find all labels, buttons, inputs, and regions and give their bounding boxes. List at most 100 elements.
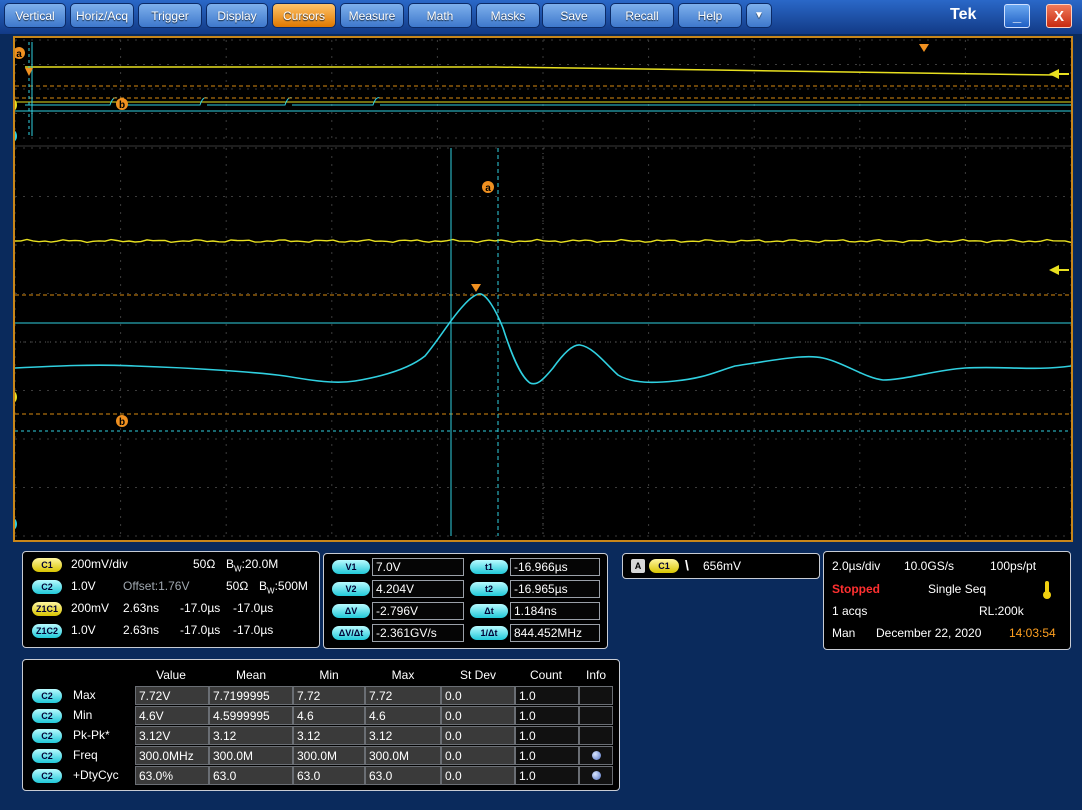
ch2-offset: Offset:1.76V: [123, 579, 190, 593]
v1-value: 7.0V: [372, 558, 464, 576]
trigger-readout-panel[interactable]: A C1 \ 656mV: [622, 553, 820, 579]
svg-text:a: a: [485, 183, 491, 194]
menu-masks-button[interactable]: Masks: [476, 3, 540, 28]
ch2-badge[interactable]: C2: [32, 580, 62, 594]
z1c1-position: -17.0µs: [180, 601, 221, 615]
col-header-info: Info: [585, 668, 606, 682]
cursor-a-label[interactable]: a: [482, 181, 494, 194]
info-icon[interactable]: [592, 751, 601, 760]
col-header-mean: Mean: [235, 668, 267, 682]
close-button[interactable]: X: [1046, 4, 1072, 28]
thermometer-icon: [1043, 581, 1051, 599]
zoom-trigger-marker[interactable]: [471, 284, 481, 292]
measurement-source-badge[interactable]: C2: [32, 769, 62, 783]
measurement-stdev-cell: 0.0: [441, 726, 515, 745]
measurement-source-badge[interactable]: C2: [32, 709, 62, 723]
cursor-a-label-top[interactable]: a: [15, 47, 25, 60]
overview-ch2-trace: [25, 97, 1071, 106]
z1c2-position: -17.0µs: [180, 623, 221, 637]
falling-edge-icon: \: [685, 557, 689, 573]
measurement-mean-cell: 4.5999995: [209, 706, 293, 725]
col-header-value: Value: [156, 668, 186, 682]
date: December 22, 2020: [876, 626, 982, 640]
trigger-mode-badge[interactable]: A: [631, 559, 645, 573]
measurement-info-cell[interactable]: [579, 686, 613, 705]
ch2-marker[interactable]: 2: [15, 516, 17, 532]
dv-dt-value: -2.361GV/s: [372, 624, 464, 642]
measurement-count-cell: 1.0: [515, 726, 579, 745]
t1-badge[interactable]: t1: [470, 560, 508, 574]
z1c1-scale: 200mV: [71, 601, 110, 615]
delta-t-badge[interactable]: Δt: [470, 604, 508, 618]
inv-delta-t-badge[interactable]: 1/Δt: [470, 626, 508, 640]
dv-dt-badge[interactable]: ΔV/Δt: [332, 626, 370, 640]
menu-math-button[interactable]: Math: [408, 3, 472, 28]
run-status[interactable]: Stopped: [832, 582, 880, 596]
ch2-bandwidth: BW:500M: [259, 579, 308, 596]
menu-display-button[interactable]: Display: [206, 3, 268, 28]
menu-trigger-button[interactable]: Trigger: [138, 3, 202, 28]
overview-graticule: [15, 39, 1071, 139]
sample-rate: 10.0GS/s: [904, 559, 955, 573]
measurement-source-badge[interactable]: C2: [32, 689, 62, 703]
measurement-mean-cell: 7.7199995: [209, 686, 293, 705]
measurement-source-badge[interactable]: C2: [32, 749, 62, 763]
menu-dropdown-button[interactable]: ▼: [746, 3, 772, 28]
menu-horiz-acq-button[interactable]: Horiz/Acq: [70, 3, 134, 28]
measurement-max-cell: 3.12: [365, 726, 441, 745]
trigger-position-marker[interactable]: [919, 44, 929, 52]
channel-settings-panel[interactable]: C1 200mV/div 50Ω BW:20.0M C2 1.0V Offset…: [22, 551, 320, 648]
measurement-info-cell[interactable]: [579, 766, 613, 785]
ch1-trace: [15, 238, 1071, 244]
ch2-marker-top[interactable]: 2: [15, 128, 17, 144]
ch1-bandwidth: BW:20.0M: [226, 557, 279, 574]
measurement-source-badge[interactable]: C2: [32, 729, 62, 743]
v1-badge[interactable]: V1: [332, 560, 370, 574]
measurements-panel[interactable]: Value Mean Min Max St Dev Count Info C2 M…: [22, 659, 620, 791]
menu-help-button[interactable]: Help: [678, 3, 742, 28]
record-length: RL:200k: [979, 604, 1024, 618]
resolution: 100ps/pt: [990, 559, 1037, 573]
ch1-badge[interactable]: C1: [32, 558, 62, 572]
trigger-level-arrow[interactable]: [1049, 265, 1059, 275]
delta-v-badge[interactable]: ΔV: [332, 604, 370, 618]
info-icon[interactable]: [592, 771, 601, 780]
trigger-level-arrow-top[interactable]: [1049, 69, 1059, 79]
measurement-info-cell[interactable]: [579, 726, 613, 745]
measurement-min-cell: 4.6: [293, 706, 365, 725]
measurement-info-cell[interactable]: [579, 706, 613, 725]
v2-badge[interactable]: V2: [332, 582, 370, 596]
trigger-source-badge[interactable]: C1: [649, 559, 679, 573]
col-header-min: Min: [319, 668, 339, 682]
measurement-stdev-cell: 0.0: [441, 686, 515, 705]
svg-text:b: b: [119, 417, 125, 428]
t1-value: -16.966µs: [510, 558, 600, 576]
waveform-display[interactable]: a b a b 1 2 1 2: [15, 38, 1071, 540]
cursor-b-label-top[interactable]: b: [116, 98, 128, 111]
delta-t-value: 1.184ns: [510, 602, 600, 620]
menu-vertical-button[interactable]: Vertical: [4, 3, 66, 28]
acquisition-panel[interactable]: 2.0µs/div 10.0GS/s 100ps/pt Stopped Sing…: [823, 551, 1071, 650]
z1c1-badge[interactable]: Z1C1: [32, 602, 62, 616]
measurement-mean-cell: 63.0: [209, 766, 293, 785]
acquire-mode: Single Seq: [928, 582, 987, 596]
cursor-readout-panel[interactable]: V1 7.0V V2 4.204V ΔV -2.796V ΔV/Δt -2.36…: [323, 553, 608, 649]
ch2-scale: 1.0V: [71, 579, 96, 593]
menu-measure-button[interactable]: Measure: [340, 3, 404, 28]
inv-delta-t-value: 844.452MHz: [510, 624, 600, 642]
measurement-count-cell: 1.0: [515, 766, 579, 785]
cursor-b-label[interactable]: b: [116, 415, 128, 428]
menu-cursors-button[interactable]: Cursors: [272, 3, 336, 28]
menu-recall-button[interactable]: Recall: [610, 3, 674, 28]
t2-value: -16.965µs: [510, 580, 600, 598]
measurement-info-cell[interactable]: [579, 746, 613, 765]
z1c2-timebase: 2.63ns: [123, 623, 160, 637]
measurement-name: Freq: [73, 748, 98, 762]
minimize-button[interactable]: _: [1004, 4, 1030, 28]
ch1-marker[interactable]: 1: [15, 389, 17, 405]
z1c2-badge[interactable]: Z1C2: [32, 624, 62, 638]
menu-save-button[interactable]: Save: [542, 3, 606, 28]
t2-badge[interactable]: t2: [470, 582, 508, 596]
menu-bar: Vertical Horiz/Acq Trigger Display Curso…: [0, 0, 1082, 34]
measurement-min-cell: 3.12: [293, 726, 365, 745]
